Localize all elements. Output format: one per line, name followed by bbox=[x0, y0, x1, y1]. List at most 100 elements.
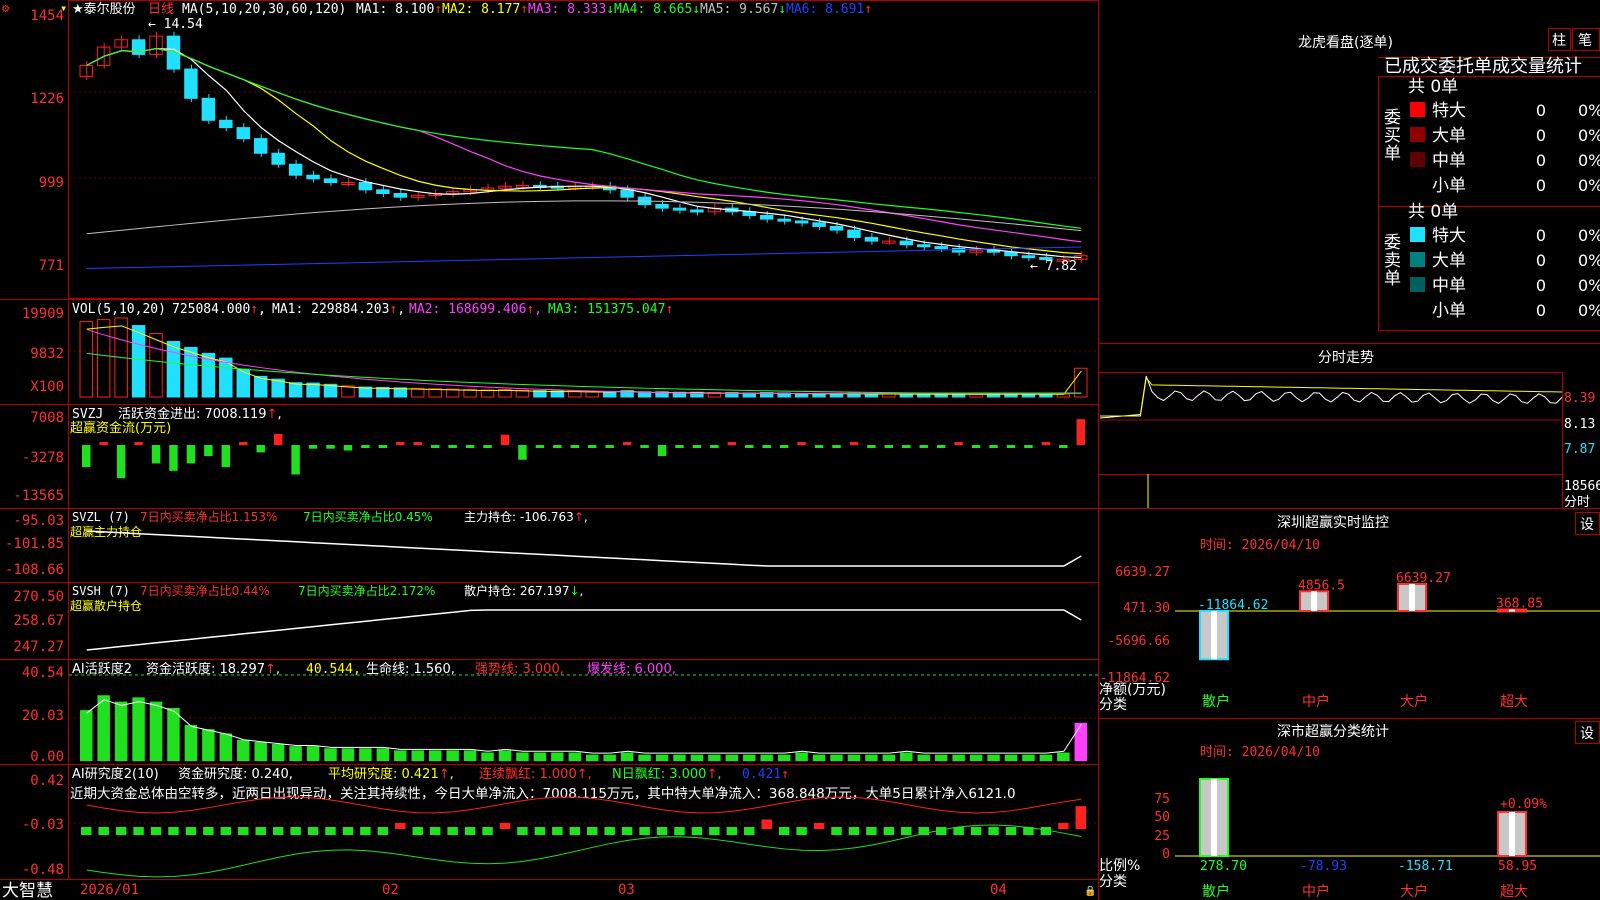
svzj-bar bbox=[413, 442, 422, 445]
y-tick-yanjiu: -0.03 bbox=[22, 817, 64, 833]
yanjiu-bar bbox=[168, 827, 179, 835]
order-percent: 0% bbox=[1578, 276, 1600, 295]
bar-highlight bbox=[1509, 812, 1515, 856]
hi-label: ← 14.54 bbox=[148, 17, 203, 32]
huoyue-bar bbox=[830, 754, 843, 761]
bar-value: 368.85 bbox=[1496, 597, 1543, 612]
sz-monitor-panel: 深圳超赢实时监控 设 时间: 2026/04/10 6639.27 471.30 -… bbox=[1099, 514, 1600, 713]
candle-body bbox=[376, 189, 390, 194]
order-type: 小单 bbox=[1432, 301, 1466, 321]
ss-bar-chart[interactable]: 75 50 25 0 +0.09% 278.70 散户 -78.93 中户 -158.71 大户 58… bbox=[1154, 778, 1600, 900]
huoyue-chart[interactable] bbox=[80, 695, 1087, 761]
svsh-def: SVSH (7) bbox=[72, 584, 130, 598]
lo-label: ← 7.82 bbox=[1030, 259, 1077, 274]
huoyue-bar bbox=[743, 754, 756, 761]
huoyue-bar bbox=[655, 754, 669, 761]
y-axis-labels: 1454 1226 999 771 19909 9832 X100 7008 -3278 -135… bbox=[5, 8, 64, 878]
candle-body bbox=[759, 214, 774, 220]
yanjiu-bar bbox=[272, 827, 284, 835]
period-label[interactable]: 日线 bbox=[148, 2, 174, 17]
bar-y-tick: 75 bbox=[1154, 792, 1170, 807]
y-tick-huoyue: 0.00 bbox=[30, 749, 64, 765]
side-label: 买 bbox=[1384, 126, 1401, 146]
sz-bar-chart[interactable]: 6639.27471.30-5696.66-11864.62-11864.62散… bbox=[1100, 565, 1600, 710]
volume-bar bbox=[79, 321, 93, 398]
huoyue-bar bbox=[132, 697, 145, 761]
ma5-line bbox=[86, 200, 1082, 235]
candle-body bbox=[271, 152, 285, 165]
legend-swatch bbox=[1410, 302, 1425, 317]
svzj-bar bbox=[710, 445, 719, 448]
svzj-bar bbox=[902, 445, 911, 448]
svzj-bar bbox=[657, 445, 667, 457]
yanjiu-bar bbox=[290, 827, 301, 835]
svzj-bar bbox=[361, 445, 370, 448]
yanjiu-b: 平均研究度: 0.421↑, bbox=[328, 766, 454, 782]
stock-title[interactable]: ★泰尔股份 bbox=[72, 2, 136, 17]
svzj-bar bbox=[483, 445, 492, 448]
svzj-bar bbox=[692, 445, 702, 448]
candle-body bbox=[236, 127, 250, 140]
svzj-bar bbox=[273, 433, 283, 445]
bar-category: 散户 bbox=[1202, 693, 1230, 710]
vol-ma1: MA1: 229884.203↑, bbox=[272, 302, 405, 317]
tick-mode-button[interactable]: 笔 bbox=[1578, 33, 1592, 49]
svzj-bar bbox=[116, 445, 126, 479]
huoyue-bar bbox=[80, 710, 93, 761]
candle-body bbox=[620, 189, 634, 198]
yanjiu-chart[interactable] bbox=[81, 796, 1086, 878]
candle-body bbox=[917, 244, 931, 248]
svzj-bar bbox=[849, 442, 859, 445]
svzj-bar bbox=[832, 445, 841, 448]
legend-swatch bbox=[1410, 177, 1425, 192]
vol-def: VOL(5,10,20) bbox=[72, 302, 166, 317]
svzj-bar bbox=[256, 445, 265, 453]
svzj-bar bbox=[169, 445, 178, 471]
svsh-b: 7日内买卖净占比2.172% bbox=[298, 583, 435, 598]
order-total: 共 0单 bbox=[1408, 202, 1458, 222]
vol-header: VOL(5,10,20) 725084.000↑, MA1: 229884.20… bbox=[72, 302, 673, 317]
svzj-bar bbox=[396, 442, 405, 445]
y-tick-vol: 19909 bbox=[22, 306, 64, 322]
yanjiu-bar bbox=[203, 827, 214, 835]
yanjiu-bar bbox=[778, 827, 790, 835]
huoyue-bar bbox=[952, 754, 965, 761]
volume-chart[interactable] bbox=[79, 317, 1088, 398]
ss-settings-button[interactable]: 设 bbox=[1580, 726, 1594, 742]
candle-body bbox=[358, 182, 373, 191]
yanjiu-bar bbox=[342, 827, 354, 835]
legend-swatch bbox=[1410, 277, 1425, 292]
bar-category: 超大 bbox=[1500, 694, 1528, 710]
sz-settings-button[interactable]: 设 bbox=[1580, 517, 1594, 533]
yanjiu-a: 资金研究度: 0.240, bbox=[178, 766, 293, 782]
yanjiu-bar bbox=[360, 827, 371, 835]
order-count: 0 bbox=[1536, 176, 1546, 195]
vol-ma3-line bbox=[86, 352, 1082, 394]
volume-bar bbox=[1039, 393, 1053, 398]
svzj-bar bbox=[936, 445, 946, 448]
menu-icon[interactable]: ⚙ bbox=[2, 1, 10, 15]
candle-body bbox=[393, 192, 408, 198]
legend-swatch bbox=[1410, 152, 1425, 167]
yanjiu-bar bbox=[953, 827, 964, 835]
yanjiu-bar bbox=[482, 827, 493, 835]
bar-mode-button[interactable]: 柱 bbox=[1552, 33, 1566, 49]
fenshi-chart[interactable] bbox=[1099, 375, 1563, 508]
fenshi-panel: 分时走势 8.39 8.13 7.87 18566分时 bbox=[1099, 350, 1600, 510]
ss-xlabel: 分类 bbox=[1099, 874, 1127, 890]
svzl-def: SVZL (7) bbox=[72, 510, 130, 524]
yanjiu-bar bbox=[150, 827, 162, 835]
yanjiu-bar bbox=[796, 827, 807, 835]
svzj-bar bbox=[221, 445, 231, 468]
lock-icon[interactable]: 🔒 bbox=[1084, 885, 1096, 897]
svsh-line bbox=[86, 609, 1082, 651]
huoyue-bar bbox=[812, 754, 826, 761]
order-type: 特大 bbox=[1432, 101, 1466, 121]
candlestick-chart[interactable] bbox=[79, 31, 1088, 270]
candle-body bbox=[829, 225, 844, 231]
huoyue-bar bbox=[603, 754, 616, 761]
expand-icon[interactable]: ▾ bbox=[60, 1, 67, 15]
yanjiu-bar bbox=[307, 827, 319, 835]
svzj-chart[interactable] bbox=[82, 419, 1085, 479]
ss-title: 深市超赢分类统计 bbox=[1277, 723, 1389, 740]
